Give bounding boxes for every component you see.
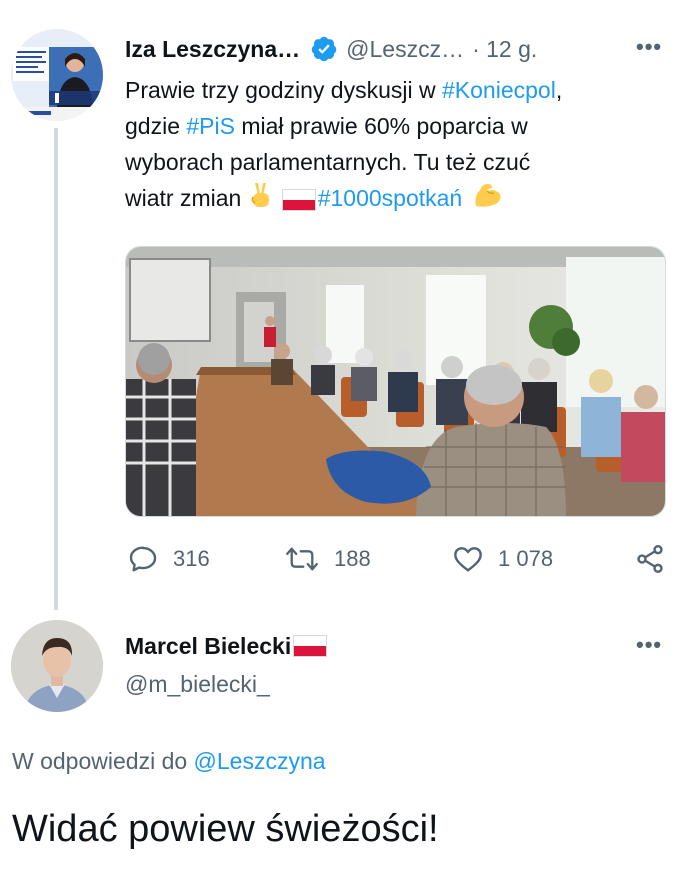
reply-text: Widać powiew świeżości! — [12, 808, 439, 850]
thread-connector-line — [54, 128, 58, 610]
verified-badge-icon — [310, 35, 338, 63]
tweet-photo[interactable] — [125, 246, 666, 517]
reply-header: Marcel Bielecki — [125, 626, 328, 666]
share-button[interactable] — [634, 543, 680, 575]
retweet-icon — [286, 547, 318, 571]
poland-flag-emoji-icon — [281, 189, 316, 211]
reply-more-options-icon[interactable]: ••• — [636, 632, 662, 658]
like-button[interactable]: 1 078 — [452, 543, 553, 575]
reply-button[interactable]: 316 — [127, 543, 210, 575]
heart-icon — [454, 547, 482, 572]
hashtag-pis[interactable]: #PiS — [186, 113, 235, 139]
author-avatar[interactable] — [11, 29, 103, 121]
text-segment: miał prawie 60% poparcia w — [234, 113, 528, 139]
author-name[interactable]: Iza Leszczyna… — [125, 36, 300, 63]
tweet-text: Prawie trzy godziny dyskusji w #Koniecpo… — [125, 72, 675, 220]
text-segment: Prawie trzy godziny dyskusji w — [125, 77, 442, 103]
retweet-count: 188 — [334, 546, 371, 571]
text-segment: gdzie — [125, 113, 187, 139]
reply-to-mention[interactable]: @Leszczyna — [194, 748, 326, 774]
text-segment: wiatr zmian — [125, 185, 248, 212]
reply-author-name[interactable]: Marcel Bielecki — [125, 633, 291, 660]
meeting-room-photo — [126, 247, 665, 516]
more-options-icon[interactable]: ••• — [636, 34, 662, 60]
avatar-image — [11, 620, 103, 712]
victory-hand-emoji-icon — [248, 181, 274, 219]
hashtag-1000spotkan[interactable]: #1000spotkań — [318, 185, 463, 211]
author-handle[interactable]: @Leszcz… — [346, 36, 464, 63]
reply-icon — [129, 546, 157, 572]
text-segment: , — [555, 77, 563, 103]
share-icon — [637, 545, 663, 573]
text-segment: wyborach parlamentarnych. Tu też czuć — [125, 149, 531, 175]
hashtag-koniecpol[interactable]: #Koniecpol — [442, 77, 556, 103]
avatar-image — [11, 29, 103, 121]
reply-context: W odpowiedzi do @Leszczyna — [12, 748, 326, 775]
like-count: 1 078 — [498, 546, 554, 571]
reply-count: 316 — [173, 546, 210, 571]
poland-flag-emoji-icon — [293, 635, 328, 657]
tweet-time[interactable]: · 12 g. — [472, 36, 537, 63]
reply-context-prefix: W odpowiedzi do — [12, 748, 194, 774]
flexed-biceps-emoji-icon — [472, 180, 504, 220]
reply-author-handle[interactable]: @m_bielecki_ — [125, 671, 270, 698]
tweet-header: Iza Leszczyna… @Leszcz… · 12 g. — [125, 32, 537, 66]
reply-author-avatar[interactable] — [11, 620, 103, 712]
retweet-button[interactable]: 188 — [284, 543, 371, 575]
